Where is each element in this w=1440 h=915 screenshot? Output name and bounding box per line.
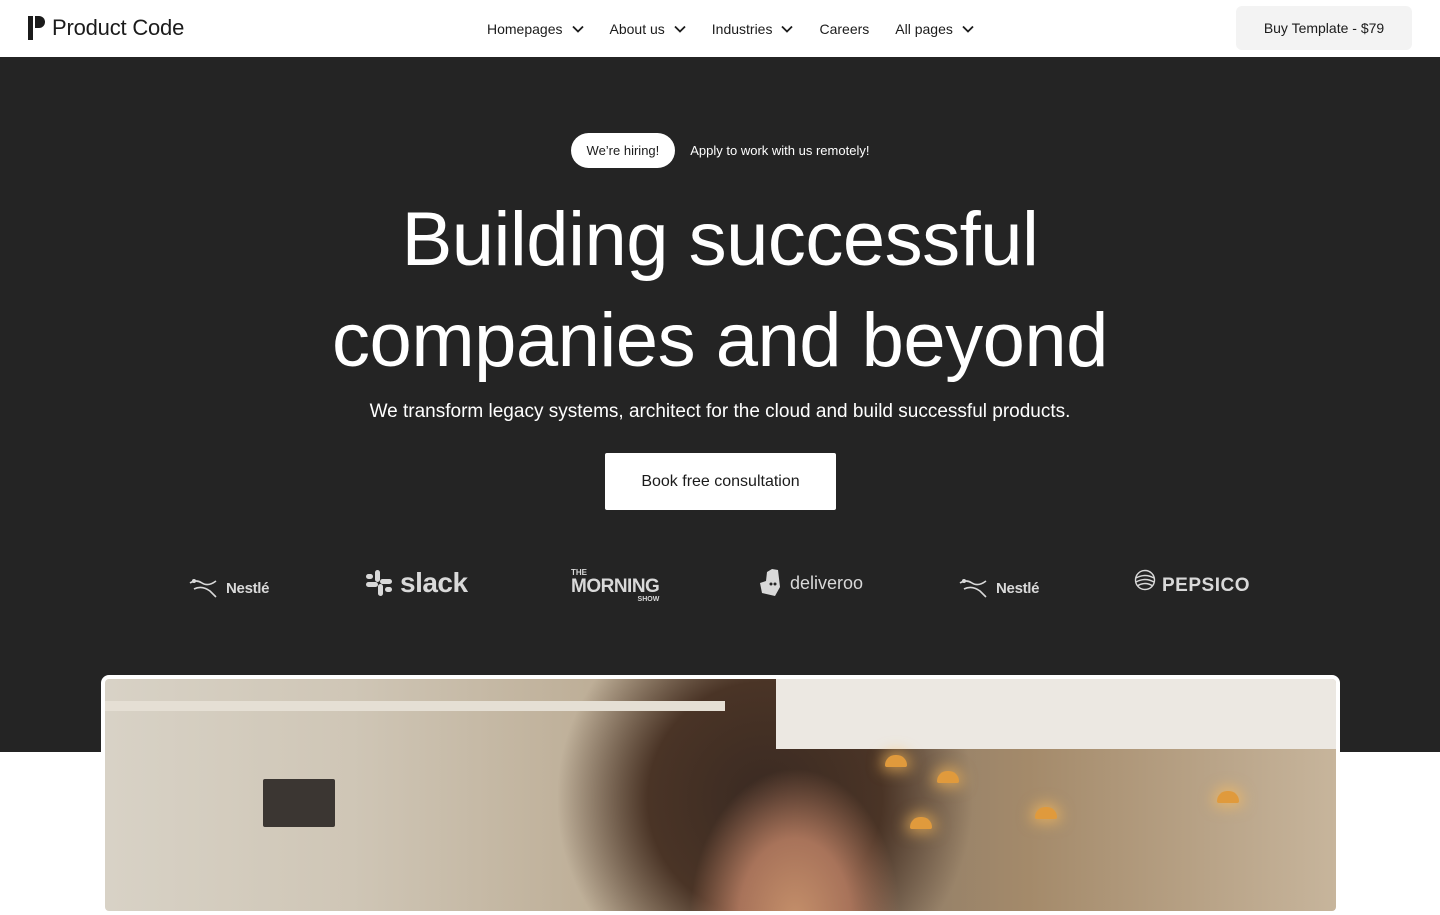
nest-icon [959,579,987,598]
client-logo-text: slack [400,567,468,598]
book-consultation-button[interactable]: Book free consultation [605,453,836,510]
hiring-announcement: We’re hiring! Apply to work with us remo… [0,133,1440,168]
client-logos: Nestlé slack THE MORNING SHOW deliveroo … [0,565,1440,625]
buy-template-button[interactable]: Buy Template - $79 [1236,6,1412,50]
client-logo-text: PEPSICO [1162,575,1250,596]
nav-item-homepages[interactable]: Homepages [487,21,584,37]
nav-item-label: About us [609,20,665,37]
brand-mark-icon [28,16,45,40]
globe-icon [1134,569,1156,591]
nav-item-label: All pages [895,20,953,37]
nav-item-careers[interactable]: Careers [819,21,869,37]
photo-lamp [937,771,959,783]
client-logo-pepsico: PEPSICO [1134,569,1250,596]
nav-item-all-pages[interactable]: All pages [895,21,974,37]
slack-icon [366,570,392,596]
kangaroo-icon [760,569,780,596]
hero-subtitle: We transform legacy systems, architect f… [369,401,1071,422]
hero-section: We’re hiring! Apply to work with us remo… [0,57,1440,752]
photo-lamp [1217,791,1239,803]
chevron-down-icon [571,25,584,33]
hiring-link[interactable]: Apply to work with us remotely! [690,143,869,158]
client-logo-the-morning-show: THE MORNING SHOW [571,569,660,604]
client-logo-text: deliveroo [790,572,864,593]
nav-item-label: Homepages [487,20,563,37]
brand-name: Product Code [52,15,185,40]
photo-lamp [1035,807,1057,819]
chevron-down-icon [674,25,686,33]
hero-title: Building successful companies and beyond [0,189,1440,391]
hero-photo [105,679,1336,911]
photo-menu-board [263,779,335,827]
client-logo-text-bottom: SHOW [637,596,660,603]
client-logo-nestle: Nestlé [958,577,1040,599]
client-logo-text: MORNING [571,576,660,597]
nav-item-label: Careers [819,20,870,37]
photo-ceiling [776,679,1336,749]
photo-lamp [910,817,932,829]
photo-lamp [885,755,907,767]
chevron-down-icon [962,25,974,33]
client-logo-text: Nestlé [996,579,1040,597]
client-logo-slack: slack [364,567,468,599]
nav-item-about-us[interactable]: About us [610,21,686,37]
nest-icon [189,579,217,598]
brand-logo[interactable]: Product Code [28,14,184,42]
hiring-badge[interactable]: We’re hiring! [570,133,676,168]
nav-item-label: Industries [711,20,773,37]
photo-shelf [105,701,725,711]
top-navbar: Product Code Homepages About us Industri… [0,0,1440,57]
hero-title-line-1: Building successful [401,197,1039,282]
hero-image-card [101,675,1340,915]
hero-title-line-2: companies and beyond [332,298,1108,383]
client-logo-deliveroo: deliveroo [758,569,863,597]
main-nav: Homepages About us Industries Careers Al… [487,0,1000,57]
client-logo-nestle: Nestlé [188,577,270,599]
client-logo-text: Nestlé [226,579,270,597]
chevron-down-icon [781,25,794,33]
nav-item-industries[interactable]: Industries [712,21,794,37]
